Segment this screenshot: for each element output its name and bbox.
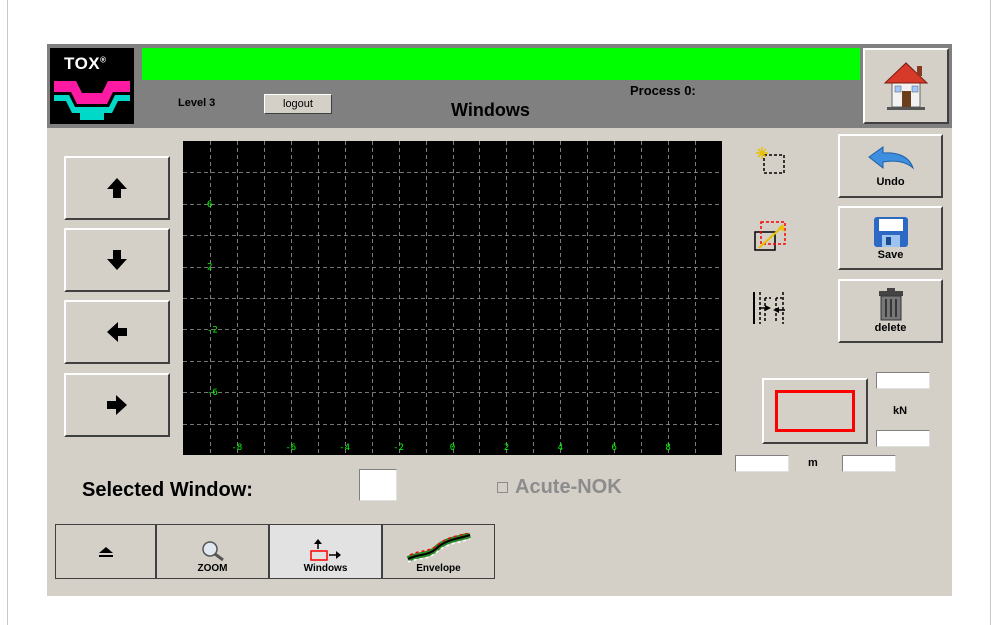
x-tick-label: 2 xyxy=(504,443,509,453)
checkbox-icon xyxy=(497,482,508,493)
tab-zoom-label: ZOOM xyxy=(197,563,228,574)
acute-nok-checkbox[interactable]: Acute-NOK xyxy=(497,476,622,499)
x-tick-label: 6 xyxy=(611,443,616,453)
windows-icon xyxy=(309,539,341,561)
distance-min-field[interactable] xyxy=(735,455,789,472)
distance-unit: m xyxy=(808,457,818,469)
arrow-up-icon xyxy=(107,178,127,198)
selected-window-field[interactable] xyxy=(359,469,397,501)
save-button[interactable]: Save xyxy=(838,206,943,270)
acute-nok-label: Acute-NOK xyxy=(515,476,622,498)
undo-button[interactable]: Undo xyxy=(838,134,943,198)
force-max-field[interactable] xyxy=(876,372,930,389)
window-rect-icon xyxy=(775,390,855,432)
y-tick-label: -2 xyxy=(207,325,218,335)
tab-envelope-label: Envelope xyxy=(416,563,461,574)
x-tick-label: -4 xyxy=(339,443,350,453)
delete-label: delete xyxy=(874,322,907,334)
page-border-right xyxy=(990,0,991,625)
house-icon xyxy=(883,62,929,110)
y-tick-label: -6 xyxy=(207,388,218,398)
home-button[interactable] xyxy=(863,48,949,124)
new-window-tool[interactable] xyxy=(740,132,802,192)
move-down-button[interactable] xyxy=(64,228,170,292)
selected-window-label: Selected Window: xyxy=(82,479,253,501)
window-shape-button[interactable] xyxy=(762,378,868,444)
undo-icon xyxy=(867,146,914,170)
distance-max-field[interactable] xyxy=(842,455,896,472)
page-border-left xyxy=(7,0,8,625)
eject-icon xyxy=(98,546,113,557)
page-title: Windows xyxy=(451,100,530,120)
y-tick-label: 2 xyxy=(207,263,212,273)
tab-windows-label: Windows xyxy=(303,563,348,574)
tab-windows[interactable]: Windows xyxy=(269,524,382,579)
tox-logo: TOX® xyxy=(50,48,134,124)
move-up-button[interactable] xyxy=(64,156,170,220)
undo-label: Undo xyxy=(876,176,905,188)
x-tick-label: -8 xyxy=(231,443,242,453)
curve-plot[interactable]: -8 -6 -4 -2 0 2 4 6 8 6 2 -2 -6 xyxy=(183,141,722,455)
x-tick-label: 0 xyxy=(450,443,455,453)
arrow-left-icon xyxy=(107,322,127,342)
floppy-disk-icon xyxy=(873,217,908,247)
delete-button[interactable]: delete xyxy=(838,279,943,343)
arrow-down-icon xyxy=(107,250,127,270)
force-unit: kN xyxy=(893,405,908,417)
logout-button[interactable]: logout xyxy=(264,94,332,114)
x-tick-label: -6 xyxy=(285,443,296,453)
align-windows-tool[interactable] xyxy=(740,278,802,338)
logo-shape-icon xyxy=(54,81,130,120)
tab-envelope[interactable]: Envelope xyxy=(382,524,495,579)
x-tick-label: 4 xyxy=(558,443,563,453)
save-label: Save xyxy=(877,249,904,261)
x-tick-label: -2 xyxy=(393,443,404,453)
process-label: Process 0: xyxy=(630,83,696,98)
envelope-curve-icon xyxy=(406,533,471,563)
x-tick-label: 8 xyxy=(665,443,670,453)
resize-window-tool[interactable] xyxy=(740,206,802,266)
force-min-field[interactable] xyxy=(876,430,930,447)
resize-window-icon xyxy=(754,221,786,251)
align-windows-icon xyxy=(753,292,785,324)
tab-zoom[interactable]: ZOOM xyxy=(156,524,269,579)
arrow-right-icon xyxy=(107,395,127,415)
y-tick-label: 6 xyxy=(207,200,212,210)
status-bar xyxy=(142,48,860,80)
plot-grid: -8 -6 -4 -2 0 2 4 6 8 6 2 -2 -6 xyxy=(183,141,722,455)
move-right-button[interactable] xyxy=(64,373,170,437)
new-window-icon xyxy=(756,147,785,174)
tab-eject[interactable] xyxy=(55,524,156,579)
move-left-button[interactable] xyxy=(64,300,170,364)
trash-icon xyxy=(878,288,903,321)
zoom-icon xyxy=(201,541,224,562)
user-level: Level 3 xyxy=(178,97,216,109)
